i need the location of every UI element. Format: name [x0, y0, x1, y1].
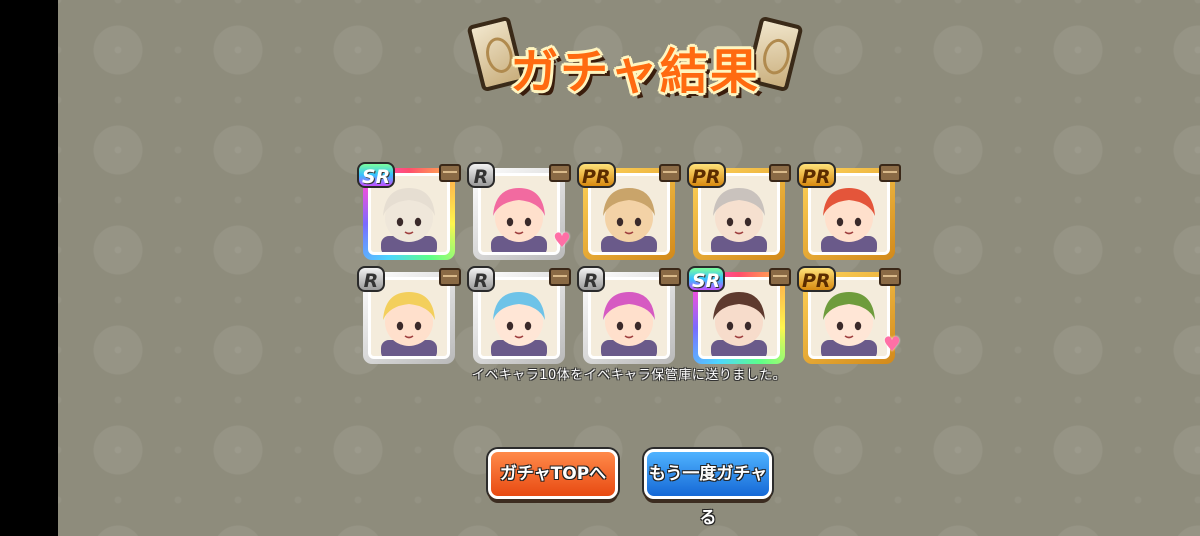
storage-box-icon — [659, 164, 681, 182]
title-banner: ガチャ結果 — [466, 10, 804, 102]
character-portrait-icon — [481, 280, 557, 356]
rarity-badge: SR — [687, 266, 726, 292]
result-grid: SR R ♥ PR PR PR R R R SR PR ♥ — [357, 162, 923, 366]
character-portrait-icon — [481, 176, 557, 252]
rarity-badge: PR — [687, 162, 726, 188]
storage-box-icon — [879, 164, 901, 182]
character-portrait-icon — [591, 280, 667, 356]
rarity-badge: PR — [797, 162, 836, 188]
rarity-badge: PR — [577, 162, 616, 188]
storage-box-icon — [769, 268, 791, 286]
storage-box-icon — [879, 268, 901, 286]
result-card[interactable]: SR — [357, 162, 461, 260]
heart-icon: ♥ — [553, 228, 571, 252]
gacha-again-button[interactable]: もう一度ガチャる — [644, 449, 772, 528]
gacha-result-screen: ガチャ結果 SR R ♥ PR PR PR R R R SR PR ♥ イベキャラ10体をイベキャラ保… — [58, 0, 1200, 536]
storage-box-icon — [549, 268, 571, 286]
storage-box-icon — [439, 164, 461, 182]
rarity-badge: SR — [357, 162, 396, 188]
storage-box-icon — [659, 268, 681, 286]
result-card[interactable]: PR — [577, 162, 681, 260]
rarity-badge: PR — [797, 266, 836, 292]
result-card[interactable]: SR — [687, 266, 791, 364]
page-title: ガチャ結果 — [510, 44, 760, 100]
rarity-badge: R — [467, 162, 495, 188]
storage-box-icon — [549, 164, 571, 182]
storage-box-icon — [769, 164, 791, 182]
character-portrait-icon — [371, 280, 447, 356]
result-card[interactable]: R — [467, 266, 571, 364]
result-card[interactable]: PR — [687, 162, 791, 260]
storage-box-icon — [439, 268, 461, 286]
result-card[interactable]: PR ♥ — [797, 266, 901, 364]
result-card[interactable]: R — [577, 266, 681, 364]
rarity-badge: R — [357, 266, 385, 292]
rarity-badge: R — [467, 266, 495, 292]
status-message: イベキャラ10体をイベキャラ保管庫に送りました。 — [471, 368, 787, 383]
gacha-top-button[interactable]: ガチャTOPへ — [488, 449, 618, 499]
result-card[interactable]: R — [357, 266, 461, 364]
rarity-badge: R — [577, 266, 605, 292]
result-card[interactable]: PR — [797, 162, 901, 260]
heart-icon: ♥ — [883, 332, 901, 356]
result-card[interactable]: R ♥ — [467, 162, 571, 260]
